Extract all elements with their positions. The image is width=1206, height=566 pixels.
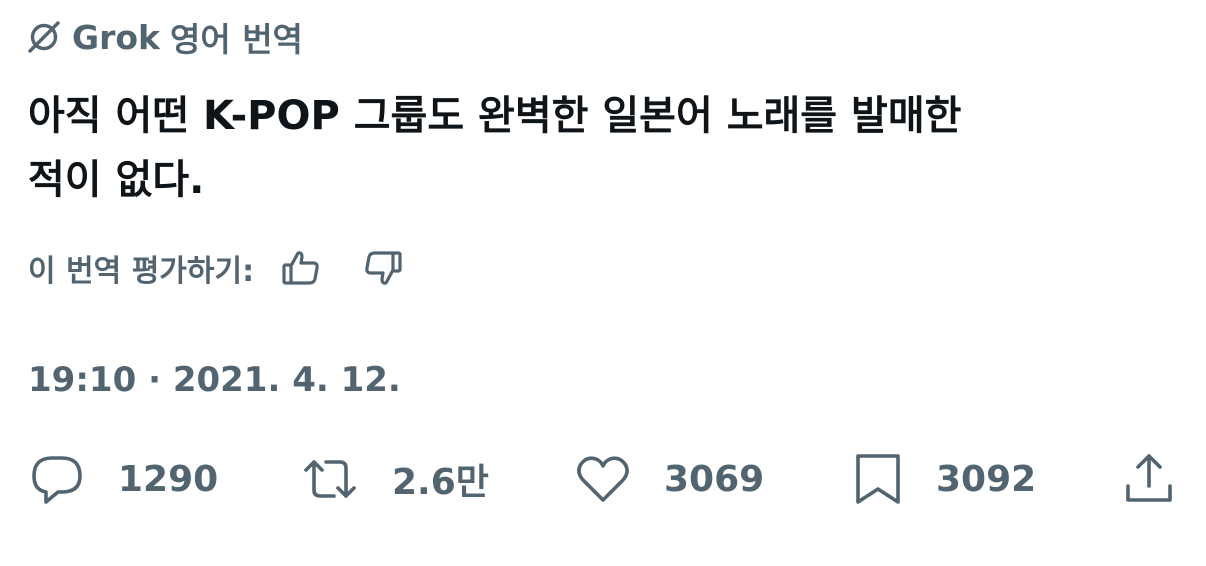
tweet-actions: 1290 2.6만 3069 3092	[0, 450, 1206, 508]
thumbs-up-icon[interactable]	[280, 247, 322, 289]
grok-logo-icon	[26, 19, 62, 55]
retweet-icon	[300, 450, 360, 508]
tweet-timestamp[interactable]: 19:10 · 2021. 4. 12.	[28, 356, 401, 404]
bookmark-button[interactable]: 3092	[852, 450, 1036, 508]
retweet-button[interactable]: 2.6만	[300, 450, 489, 508]
bookmark-icon	[852, 450, 904, 508]
retweet-count: 2.6만	[392, 462, 489, 503]
rating-label: 이 번역 평가하기:	[28, 254, 255, 289]
like-button[interactable]: 3069	[574, 450, 764, 508]
bookmark-count: 3092	[936, 458, 1037, 500]
share-icon	[1122, 450, 1176, 508]
reply-count: 1290	[118, 458, 219, 500]
like-count: 3069	[664, 458, 765, 500]
reply-icon	[28, 450, 86, 508]
reply-button[interactable]: 1290	[28, 450, 218, 508]
tweet-text-line: 아직 어떤 K-POP 그룹도 완벽한 일본어 노래를 발매한	[28, 93, 962, 139]
like-icon	[574, 450, 632, 508]
translation-label: 영어 번역	[169, 20, 303, 59]
translation-header: Grok 영어 번역	[26, 14, 303, 60]
translation-rating: 이 번역 평가하기:	[28, 244, 404, 292]
share-button[interactable]	[1122, 450, 1176, 508]
tweet-text: 아직 어떤 K-POP 그룹도 완벽한 일본어 노래를 발매한 적이 없다.	[28, 84, 1188, 212]
translation-provider[interactable]: Grok	[72, 18, 160, 57]
tweet-text-line: 적이 없다.	[28, 157, 205, 203]
thumbs-down-icon[interactable]	[362, 247, 404, 289]
